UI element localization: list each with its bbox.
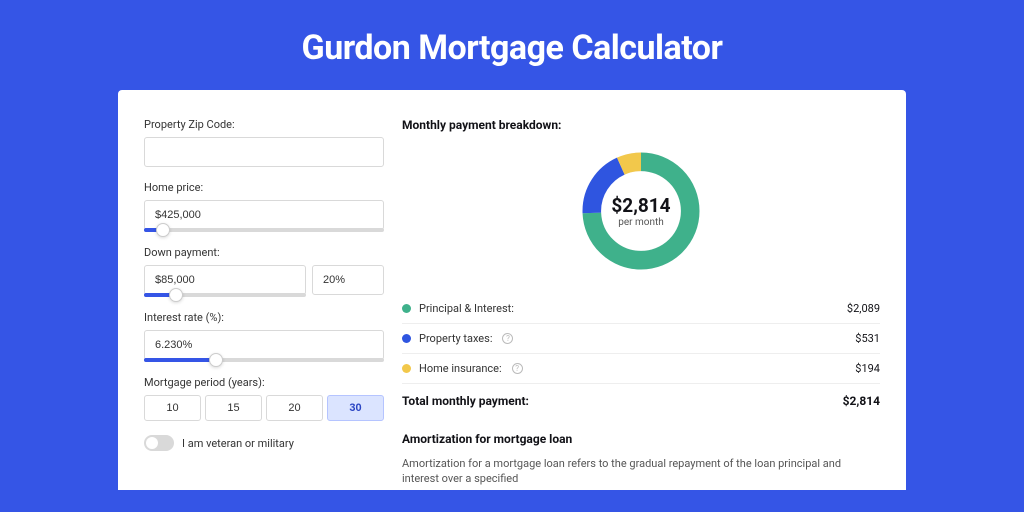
breakdown-column: Monthly payment breakdown: $2,814 per mo… (402, 118, 880, 490)
period-btn-10[interactable]: 10 (144, 395, 201, 421)
total-label: Total monthly payment: (402, 394, 529, 408)
calculator-card: Property Zip Code: Home price: Down paym… (118, 90, 906, 490)
legend-label: Home insurance: (419, 362, 502, 375)
veteran-label: I am veteran or military (182, 437, 294, 450)
home-price-label: Home price: (144, 181, 384, 194)
form-column: Property Zip Code: Home price: Down paym… (144, 118, 384, 490)
donut-chart: $2,814 per month (576, 146, 706, 276)
home-price-slider[interactable] (144, 228, 384, 232)
breakdown-heading: Monthly payment breakdown: (402, 118, 880, 132)
down-payment-input[interactable] (144, 265, 306, 295)
zip-label: Property Zip Code: (144, 118, 384, 131)
period-btn-15[interactable]: 15 (205, 395, 262, 421)
legend: Principal & Interest: $2,089 Property taxe… (402, 294, 880, 383)
period-buttons: 10152030 (144, 395, 384, 421)
zip-input[interactable] (144, 137, 384, 167)
legend-value: $531 (855, 332, 880, 345)
info-icon[interactable]: ? (502, 333, 513, 344)
legend-row: Property taxes:? $531 (402, 324, 880, 354)
veteran-toggle[interactable] (144, 435, 174, 451)
amortization-text: Amortization for a mortgage loan refers … (402, 456, 880, 487)
total-row: Total monthly payment: $2,814 (402, 383, 880, 422)
legend-left: Principal & Interest: (402, 302, 514, 315)
legend-dot (402, 364, 411, 373)
down-payment-slider-thumb[interactable] (169, 288, 183, 302)
legend-label: Property taxes: (419, 332, 492, 345)
veteran-toggle-knob (146, 437, 158, 449)
home-price-field: Home price: (144, 181, 384, 232)
donut-sub: per month (618, 217, 664, 228)
total-value: $2,814 (843, 394, 880, 408)
donut-amount: $2,814 (611, 194, 670, 217)
page-title: Gurdon Mortgage Calculator (0, 0, 1024, 90)
legend-row: Home insurance:? $194 (402, 354, 880, 383)
amortization-section: Amortization for mortgage loan Amortizat… (402, 432, 880, 487)
down-payment-pct-input[interactable] (312, 265, 384, 295)
legend-value: $194 (855, 362, 880, 375)
legend-dot (402, 334, 411, 343)
donut-center: $2,814 per month (576, 146, 706, 276)
interest-rate-slider-thumb[interactable] (209, 353, 223, 367)
veteran-row: I am veteran or military (144, 435, 384, 451)
period-btn-30[interactable]: 30 (327, 395, 384, 421)
legend-row: Principal & Interest: $2,089 (402, 294, 880, 324)
interest-rate-field: Interest rate (%): (144, 311, 384, 362)
legend-label: Principal & Interest: (419, 302, 514, 315)
donut-chart-wrap: $2,814 per month (402, 140, 880, 294)
info-icon[interactable]: ? (512, 363, 523, 374)
interest-rate-input[interactable] (144, 330, 384, 360)
interest-rate-label: Interest rate (%): (144, 311, 384, 324)
interest-rate-slider[interactable] (144, 358, 384, 362)
home-price-input[interactable] (144, 200, 384, 230)
down-payment-field: Down payment: (144, 246, 384, 297)
legend-dot (402, 304, 411, 313)
legend-value: $2,089 (847, 302, 880, 315)
period-label: Mortgage period (years): (144, 376, 384, 389)
zip-field: Property Zip Code: (144, 118, 384, 167)
down-payment-label: Down payment: (144, 246, 384, 259)
period-btn-20[interactable]: 20 (266, 395, 323, 421)
legend-left: Property taxes:? (402, 332, 513, 345)
legend-left: Home insurance:? (402, 362, 523, 375)
period-field: Mortgage period (years): 10152030 (144, 376, 384, 421)
interest-rate-slider-fill (144, 358, 216, 362)
amortization-heading: Amortization for mortgage loan (402, 432, 880, 446)
home-price-slider-thumb[interactable] (156, 223, 170, 237)
down-payment-slider[interactable] (144, 293, 306, 297)
